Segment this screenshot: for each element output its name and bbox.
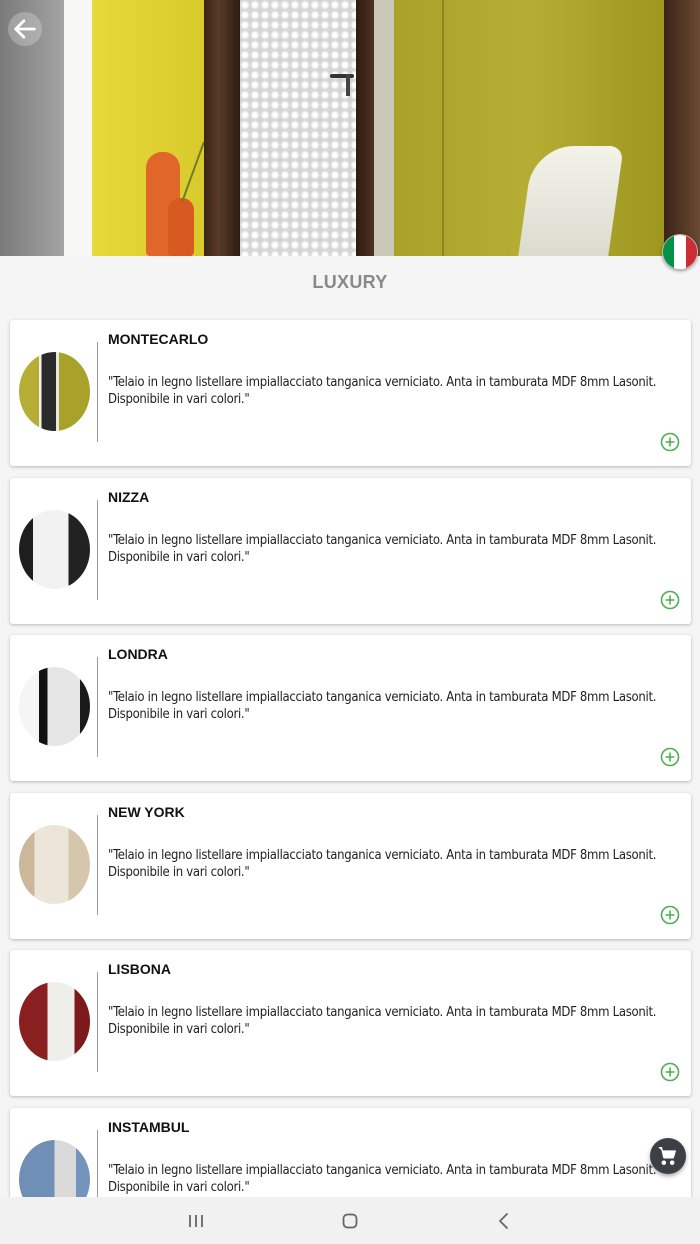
plus-circle-icon xyxy=(660,1062,680,1082)
hero-vase-small xyxy=(168,198,194,256)
product-description: "Telaio in legno listellare impiallaccia… xyxy=(108,1005,657,1037)
card-divider xyxy=(97,342,98,442)
plus-circle-icon xyxy=(660,905,680,925)
card-divider xyxy=(97,815,98,915)
back-button[interactable] xyxy=(8,12,42,46)
hero-wall-strip xyxy=(374,0,394,256)
flag-stripe-white xyxy=(674,235,686,269)
system-back-button[interactable] xyxy=(492,1209,516,1233)
system-navigation-bar xyxy=(0,1197,700,1244)
product-description: "Telaio in legno listellare impiallaccia… xyxy=(108,1163,657,1195)
chevron-left-icon xyxy=(499,1213,508,1229)
product-name: NEW YORK xyxy=(108,804,185,820)
hero-image xyxy=(0,0,700,256)
add-to-cart-button[interactable] xyxy=(660,1062,680,1082)
home-icon xyxy=(342,1213,358,1229)
hero-door-handle xyxy=(330,74,354,78)
plus-circle-icon xyxy=(660,590,680,610)
product-card-montecarlo[interactable]: MONTECARLO "Telaio in legno listellare i… xyxy=(10,320,691,466)
shopping-cart-icon xyxy=(658,1147,676,1165)
flag-stripe-green xyxy=(663,235,675,269)
product-card-nizza[interactable]: NIZZA "Telaio in legno listellare impial… xyxy=(10,478,691,624)
product-name: LONDRA xyxy=(108,646,168,662)
plus-circle-icon xyxy=(660,747,680,767)
product-description: "Telaio in legno listellare impiallaccia… xyxy=(108,375,657,407)
recents-button[interactable] xyxy=(184,1209,208,1233)
hero-frame-far xyxy=(664,0,700,256)
hero-door-frame-right xyxy=(356,0,374,256)
product-card-londra[interactable]: LONDRA "Telaio in legno listellare impia… xyxy=(10,635,691,781)
product-thumbnail xyxy=(19,667,90,746)
card-divider xyxy=(97,657,98,757)
product-description: "Telaio in legno listellare impiallaccia… xyxy=(108,533,657,565)
product-description: "Telaio in legno listellare impiallaccia… xyxy=(108,848,657,880)
add-to-cart-button[interactable] xyxy=(660,905,680,925)
add-to-cart-button[interactable] xyxy=(660,432,680,452)
home-button[interactable] xyxy=(338,1209,362,1233)
add-to-cart-button[interactable] xyxy=(660,747,680,767)
product-description: "Telaio in legno listellare impiallaccia… xyxy=(108,690,657,722)
card-divider xyxy=(97,500,98,600)
product-name: LISBONA xyxy=(108,961,171,977)
recents-icon xyxy=(189,1215,203,1227)
hero-door-lock xyxy=(346,74,350,96)
add-to-cart-button[interactable] xyxy=(660,590,680,610)
card-divider xyxy=(97,972,98,1072)
product-thumbnail xyxy=(19,352,90,431)
hero-strip xyxy=(64,0,92,256)
hero-wall-seam xyxy=(442,0,444,256)
italy-flag-icon[interactable] xyxy=(662,234,698,270)
plus-circle-icon xyxy=(660,432,680,452)
hero-door-frame xyxy=(204,0,240,256)
product-name: INSTAMBUL xyxy=(108,1119,190,1135)
product-thumbnail xyxy=(19,825,90,904)
section-title: LUXURY xyxy=(312,272,388,292)
product-card-new-york[interactable]: NEW YORK "Telaio in legno listellare imp… xyxy=(10,793,691,939)
hero-door xyxy=(240,0,356,256)
product-name: NIZZA xyxy=(108,489,150,505)
product-thumbnail xyxy=(19,510,90,589)
product-card-lisbona[interactable]: LISBONA "Telaio in legno listellare impi… xyxy=(10,950,691,1096)
cart-button[interactable] xyxy=(650,1138,686,1174)
product-name: MONTECARLO xyxy=(108,331,209,347)
product-thumbnail xyxy=(19,982,90,1061)
arrow-left-icon xyxy=(14,19,36,39)
